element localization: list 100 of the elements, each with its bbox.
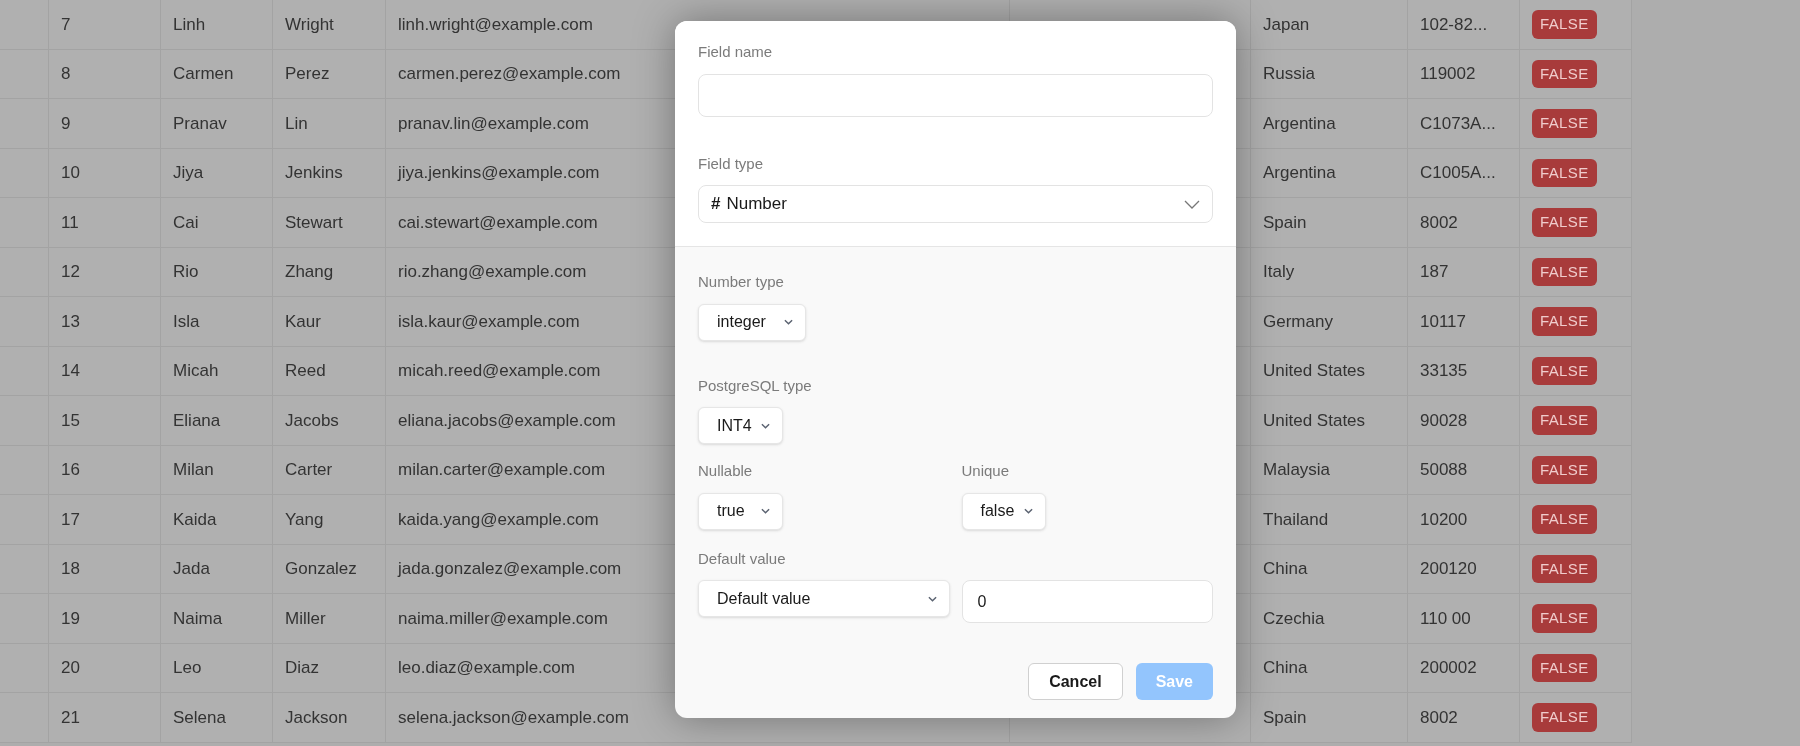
table-cell-text: Rio xyxy=(173,261,199,283)
dropdown[interactable]: true xyxy=(698,492,783,530)
table-cell-text: Stewart xyxy=(285,211,343,234)
table-cell-text: eliana.jacobs@example.com xyxy=(398,409,616,432)
table-cell-text: 17 xyxy=(61,508,80,531)
table-cell-text: Micah xyxy=(173,360,219,382)
table-cell-text: United States xyxy=(1263,409,1366,432)
chevron-icon xyxy=(1184,199,1200,209)
table-cell-text: Cai xyxy=(173,211,199,234)
field-label: Nullable xyxy=(698,461,754,481)
table-cell-text: C1005A... xyxy=(1420,162,1496,184)
table-cell-text: 8 xyxy=(61,63,71,85)
table-cell-text: 187 xyxy=(1420,261,1449,283)
table-cell-text: Czechia xyxy=(1263,607,1325,630)
table-cell-text: Russia xyxy=(1263,63,1315,85)
table-cell-text: 20 xyxy=(61,657,80,679)
table-cell-text: selena.jackson@example.com xyxy=(398,706,629,729)
dropdown[interactable]: false xyxy=(961,492,1046,530)
boolean-tag: FALSE xyxy=(1532,505,1597,534)
table-cell-text: Eliana xyxy=(173,409,221,432)
table-cell-text: 16 xyxy=(61,459,80,481)
table-cell-text: 9 xyxy=(61,112,71,135)
table-cell-text: leo.diaz@example.com xyxy=(398,657,575,679)
caret-icon xyxy=(761,508,770,514)
table-cell-text: China xyxy=(1263,558,1308,580)
field-label: Field type xyxy=(698,153,765,174)
boolean-tag: FALSE xyxy=(1532,307,1597,336)
dropdown[interactable]: integer xyxy=(698,303,806,341)
boolean-tag: FALSE xyxy=(1532,158,1597,187)
table-cell-text: 14 xyxy=(61,360,80,382)
table-cell-text: Spain xyxy=(1263,706,1307,729)
field-label: Default value xyxy=(698,548,787,569)
table-cell-text: linh.wright@example.com xyxy=(398,13,593,36)
dropdown[interactable]: Default value xyxy=(698,580,950,617)
table-cell-text: naima.miller@example.com xyxy=(398,607,608,630)
table-cell-text: 10117 xyxy=(1420,310,1466,333)
boolean-tag: FALSE xyxy=(1532,406,1597,435)
table-cell-text: 8002 xyxy=(1420,706,1458,729)
dropdown[interactable]: INT4 xyxy=(698,407,783,444)
table-cell-text: 10200 xyxy=(1420,508,1468,531)
table-cell-text: Milan xyxy=(173,459,214,481)
table-cell-text: micah.reed@example.com xyxy=(398,360,601,382)
table-cell-text: 18 xyxy=(61,558,80,580)
table-cell-text: 10 xyxy=(61,162,80,184)
table-cell-text: Carter xyxy=(285,459,333,481)
caret-icon xyxy=(927,595,937,602)
caret-icon xyxy=(784,319,793,325)
boolean-tag: FALSE xyxy=(1532,455,1597,484)
table-cell-text: 7 xyxy=(61,13,71,36)
table-cell-text: 21 xyxy=(61,706,80,729)
table-cell-text: Yang xyxy=(285,508,324,531)
field-label: PostgreSQL type xyxy=(698,375,813,396)
table-cell-text: Italy xyxy=(1263,261,1295,283)
table-cell-text: milan.carter@example.com xyxy=(398,459,606,481)
boolean-tag: FALSE xyxy=(1532,604,1597,633)
table-cell-text: carmen.perez@example.com xyxy=(398,63,621,85)
table-cell-text: 200002 xyxy=(1420,657,1477,679)
table-cell-text: pranav.lin@example.com xyxy=(398,112,589,135)
table-cell-text: Perez xyxy=(285,63,330,85)
table-cell-text: Spain xyxy=(1263,211,1307,234)
table-cell-text: Thailand xyxy=(1263,508,1329,531)
table-cell-text: Carmen xyxy=(173,63,234,85)
boolean-tag: FALSE xyxy=(1532,208,1597,237)
table-cell-text: 90028 xyxy=(1420,409,1468,432)
table-cell-text: Germany xyxy=(1263,310,1333,333)
table-cell-text: cai.stewart@example.com xyxy=(398,211,598,234)
table-cell-text: jada.gonzalez@example.com xyxy=(398,558,622,580)
table-cell-text: Kaur xyxy=(285,310,321,333)
table-cell-text: Jiya xyxy=(173,162,204,184)
table-cell-text: Linh xyxy=(173,13,206,36)
cancel-button[interactable]: Cancel xyxy=(1028,663,1123,700)
table-cell-text: Argentina xyxy=(1263,112,1336,135)
table-cell-text: 119002 xyxy=(1420,63,1476,85)
table-cell-text: Argentina xyxy=(1263,162,1336,184)
boolean-tag: FALSE xyxy=(1532,554,1597,583)
table-cell-text: Naima xyxy=(173,607,223,630)
field-type-dropdown[interactable]: # Number xyxy=(698,185,1213,223)
hash-icon: # xyxy=(711,191,721,217)
table-cell-text: 13 xyxy=(61,310,80,333)
table-cell-text: 110 00 xyxy=(1420,607,1471,630)
table-cell-text: Isla xyxy=(173,310,200,333)
table-cell-text: Lin xyxy=(285,112,308,135)
table-cell-text: Jada xyxy=(173,558,210,580)
table-cell-text: isla.kaur@example.com xyxy=(398,310,580,333)
boolean-tag: FALSE xyxy=(1532,59,1597,88)
table-cell-text: 200120 xyxy=(1420,558,1477,580)
table-cell-text: Wright xyxy=(285,13,334,36)
default-value-field[interactable]: 0 xyxy=(961,580,1213,623)
table-cell-text: Jacobs xyxy=(285,409,339,432)
table-cell-text: United States xyxy=(1263,360,1366,382)
table-cell-text: 33135 xyxy=(1420,360,1468,382)
boolean-tag: FALSE xyxy=(1532,109,1597,138)
table-cell-text: Miller xyxy=(285,607,326,630)
table-cell-text: 8002 xyxy=(1420,211,1458,234)
dropdown-value: Number xyxy=(726,193,787,216)
field-label: Field name xyxy=(698,42,774,62)
table-cell-text: Diaz xyxy=(285,657,319,679)
table-cell-text: Pranav xyxy=(173,112,227,135)
table-cell-text: 12 xyxy=(61,261,80,283)
table-cell-text: jiya.jenkins@example.com xyxy=(398,162,600,184)
